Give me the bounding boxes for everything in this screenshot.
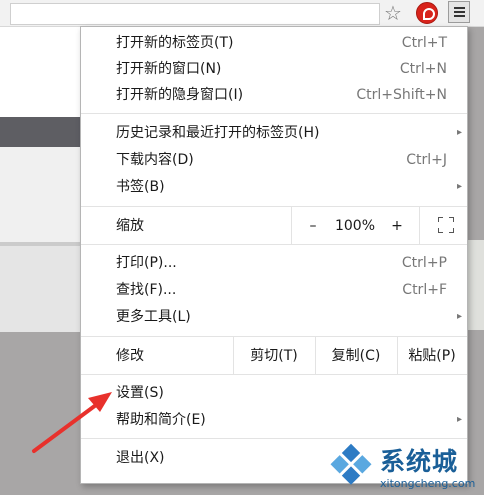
watermark-url: xitongcheng.com	[380, 477, 476, 490]
site-watermark: 系统城 xitongcheng.com	[326, 434, 484, 495]
watermark-logo-icon	[330, 443, 372, 486]
watermark-title: 系统城	[380, 447, 459, 476]
annotation-arrow-shaft	[32, 400, 102, 453]
annotation-arrow-icon	[32, 392, 112, 453]
